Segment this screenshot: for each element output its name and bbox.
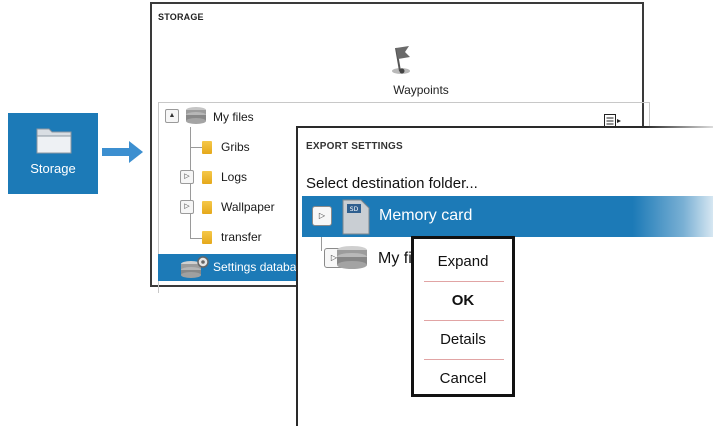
collapse-toggle[interactable]: ▲ <box>165 109 179 123</box>
sd-card-icon: SD <box>340 199 370 240</box>
folder-icon <box>35 125 73 160</box>
storage-tile[interactable]: Storage <box>8 113 98 194</box>
tree-item-settings-database[interactable]: Settings database <box>158 254 310 281</box>
waypoint-flag-icon[interactable] <box>384 42 418 81</box>
menu-item-expand[interactable]: Expand <box>414 243 512 281</box>
export-settings-title: EXPORT SETTINGS <box>306 141 403 152</box>
svg-text:SD: SD <box>350 206 359 213</box>
folder-icon <box>202 141 212 154</box>
tree-item-wallpaper[interactable]: Wallpaper <box>221 200 275 214</box>
tree-item-logs[interactable]: Logs <box>221 170 247 184</box>
storage-tile-label: Storage <box>30 161 76 176</box>
folder-icon <box>202 171 212 184</box>
database-settings-icon <box>180 256 210 285</box>
destination-label: Memory card <box>379 207 473 224</box>
expand-toggle[interactable]: ▷ <box>180 200 194 214</box>
database-icon <box>336 244 368 279</box>
tree-item-label: Settings database <box>213 260 310 274</box>
menu-item-ok[interactable]: OK <box>414 282 512 320</box>
database-icon <box>185 106 207 131</box>
waypoints-label: Waypoints <box>393 83 449 97</box>
tree-item-gribs[interactable]: Gribs <box>221 140 250 154</box>
folder-icon <box>202 201 212 214</box>
menu-item-cancel[interactable]: Cancel <box>414 360 512 398</box>
tree-item-transfer[interactable]: transfer <box>221 230 262 244</box>
expand-toggle[interactable]: ▷ <box>312 206 332 226</box>
arrow-right-icon <box>102 141 143 163</box>
context-menu: Expand OK Details Cancel <box>411 236 515 397</box>
storage-panel-title: STORAGE <box>158 12 204 22</box>
tree-item-my-files[interactable]: My files <box>213 110 254 124</box>
menu-item-details[interactable]: Details <box>414 321 512 359</box>
destination-memory-card[interactable]: ▷ SD Memory card <box>302 196 713 237</box>
destination-prompt: Select destination folder... <box>306 175 478 192</box>
folder-icon <box>202 231 212 244</box>
expand-toggle[interactable]: ▷ <box>180 170 194 184</box>
